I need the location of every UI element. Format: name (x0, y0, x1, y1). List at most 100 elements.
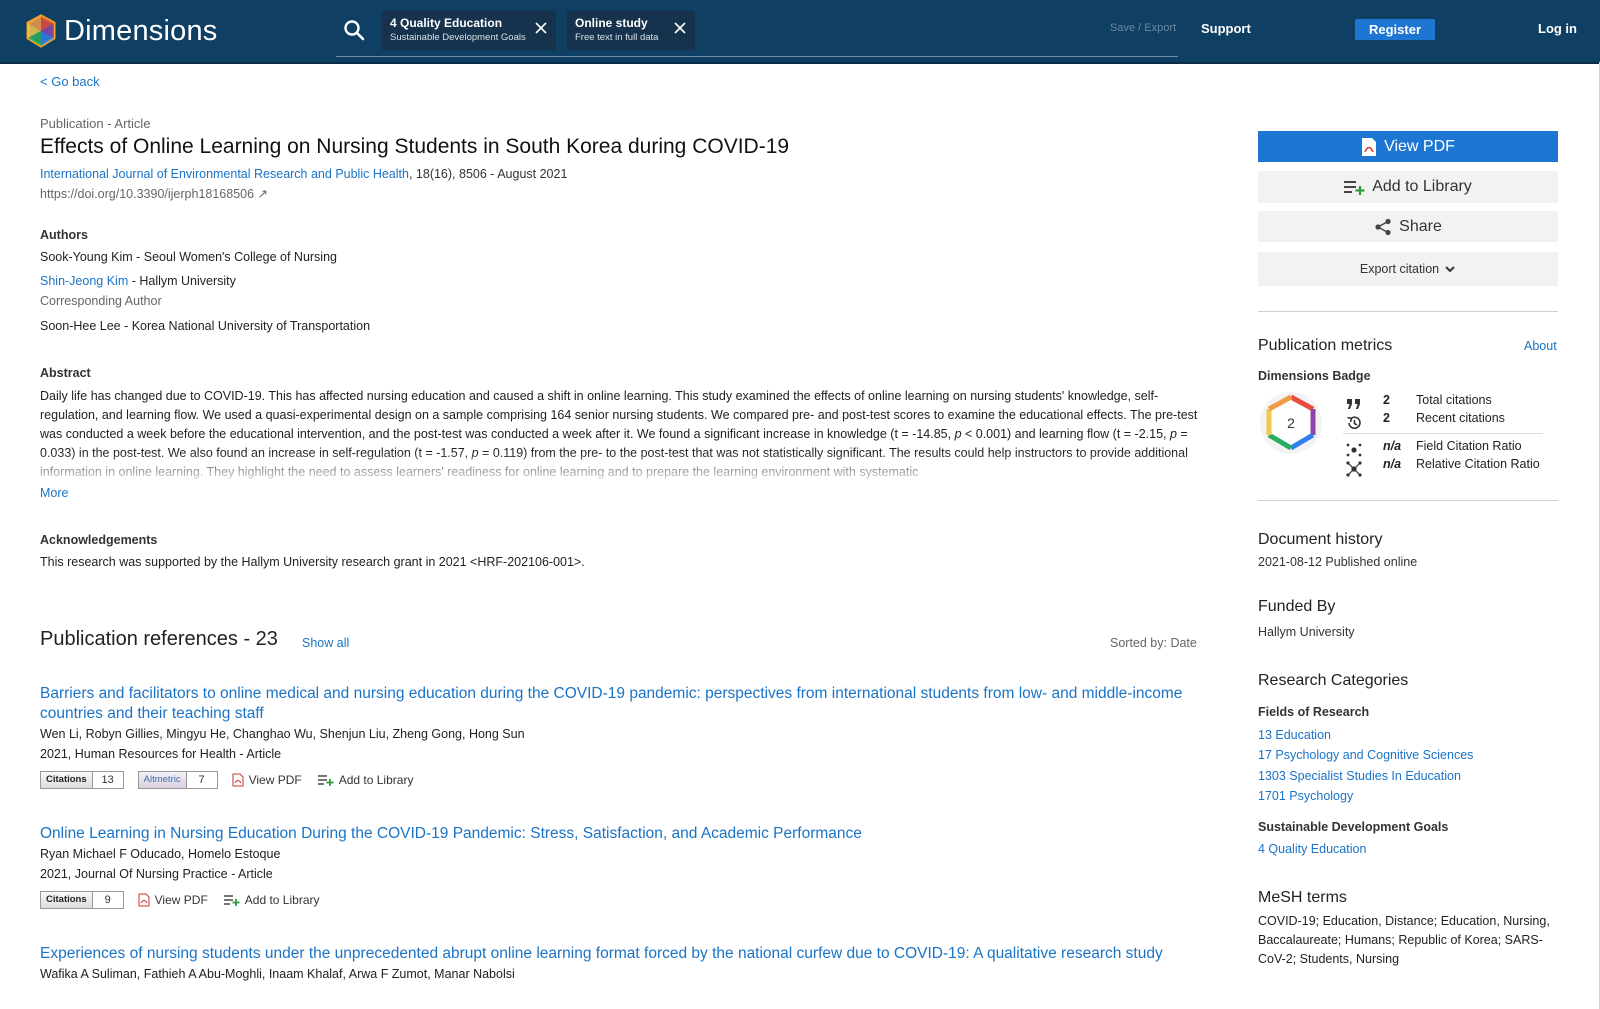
pdf-icon (1362, 137, 1377, 156)
filter-chip-title: 4 Quality Education (390, 16, 503, 30)
author-3: Soon-Hee Lee - Korea National University… (40, 319, 371, 333)
view-pdf-button[interactable]: View PDF (1258, 131, 1558, 162)
reference-authors: Ryan Michael F Oducado, Homelo Estoque (40, 847, 281, 861)
funder-name: Hallym University (1258, 625, 1355, 639)
author-2-link[interactable]: Shin-Jeong Kim (40, 274, 128, 288)
filter-chip-online-study[interactable]: Online study Free text in full data (567, 11, 695, 50)
altmetric-score: 7 (186, 771, 218, 789)
total-citations-value: 2 (1383, 393, 1390, 407)
abstract-more-link[interactable]: More (40, 486, 68, 500)
go-back-link[interactable]: < Go back (40, 74, 100, 89)
reference-title-link[interactable]: Online Learning in Nursing Education Dur… (40, 824, 1200, 844)
add-to-library-button-label: Add to Library (1372, 178, 1472, 195)
field-citation-ratio-icon (1346, 443, 1362, 457)
add-to-library-label: Add to Library (244, 893, 320, 907)
filter-chip-title: Online study (575, 16, 648, 30)
view-pdf-label: View PDF (154, 893, 208, 907)
metrics-divider (1343, 433, 1543, 434)
citations-badge[interactable]: Citations 9 (40, 891, 124, 909)
research-categories-heading: Research Categories (1258, 672, 1409, 689)
register-button[interactable]: Register (1355, 19, 1435, 40)
add-to-library-button[interactable]: Add to Library (1258, 171, 1558, 203)
authors-heading: Authors (40, 228, 88, 242)
document-history-text: 2021-08-12 Published online (1258, 555, 1418, 569)
journal-details: , 18(16), 8506 - August 2021 (408, 167, 568, 181)
dimensions-logo[interactable]: Dimensions (24, 14, 218, 48)
recent-citations-label: Recent citations (1416, 411, 1505, 425)
abstract-fade (40, 452, 1200, 486)
dimensions-badge-label: Dimensions Badge (1258, 369, 1371, 383)
citations-badge[interactable]: Citations 13 (40, 771, 124, 789)
dimensions-badge-value: 2 (1287, 415, 1295, 431)
sdg-link[interactable]: 4 Quality Education (1258, 842, 1366, 856)
total-citations-label: Total citations (1416, 393, 1492, 407)
altmetric-badge[interactable]: Altmetric 7 (137, 771, 218, 789)
sort-selector[interactable]: Sorted by: Date (1110, 636, 1197, 650)
pdf-icon (232, 773, 244, 787)
add-to-library-link[interactable]: Add to Library (317, 773, 414, 787)
journal-link[interactable]: International Journal of Environmental R… (40, 167, 409, 181)
field-of-research-link[interactable]: 17 Psychology and Cognitive Sciences (1258, 748, 1473, 762)
publication-type: Publication - Article (40, 116, 151, 131)
divider (1258, 500, 1558, 501)
mesh-terms-text: COVID-19; Education, Distance; Education… (1258, 914, 1550, 966)
filter-chip-quality-education[interactable]: 4 Quality Education Sustainable Developm… (382, 11, 556, 50)
dimensions-badge[interactable]: 2 (1259, 391, 1323, 455)
export-citation-dropdown[interactable]: Export citation (1258, 252, 1558, 286)
support-link[interactable]: Support (1201, 21, 1251, 36)
reference-item: Barriers and facilitators to online medi… (40, 684, 1200, 790)
field-of-research-link[interactable]: 1303 Specialist Studies In Education (1258, 769, 1461, 783)
citations-count: 13 (92, 771, 124, 789)
field-of-research-link[interactable]: 1701 Psychology (1258, 789, 1353, 803)
view-pdf-button-label: View PDF (1384, 137, 1455, 155)
add-to-library-icon (317, 775, 334, 786)
view-pdf-link[interactable]: View PDF (232, 773, 302, 787)
about-metrics-link[interactable]: About (1524, 339, 1557, 353)
references-title: Publication references - 23 (40, 628, 278, 650)
doi-link[interactable]: https://doi.org/10.3390/ijerph18168506 ↗ (40, 186, 268, 201)
recent-citations-value: 2 (1383, 411, 1390, 425)
author-2-affiliation: - Hallym University (128, 274, 236, 288)
brand-name: Dimensions (64, 14, 218, 47)
field-citation-ratio-value: n/a (1383, 439, 1402, 453)
altmetric-badge-label: Altmetric (137, 771, 187, 789)
citations-count: 9 (92, 891, 124, 909)
add-to-library-icon (223, 895, 240, 906)
abstract-heading: Abstract (40, 366, 91, 380)
field-of-research-link[interactable]: 13 Education (1258, 728, 1331, 742)
reference-journal: 2021, Human Resources for Health - Artic… (40, 747, 282, 761)
search-icon[interactable] (342, 18, 366, 42)
close-icon[interactable] (534, 21, 548, 35)
close-icon[interactable] (673, 21, 687, 35)
filter-chip-subtitle: Free text in full data (575, 32, 659, 43)
citations-badge-label: Citations (40, 771, 93, 789)
reference-authors: Wen Li, Robyn Gillies, Mingyu He, Changh… (40, 727, 525, 741)
funded-by-heading: Funded By (1258, 598, 1336, 615)
mesh-terms-heading: MeSH terms (1258, 889, 1347, 906)
view-pdf-link[interactable]: View PDF (138, 893, 208, 907)
dimensions-logo-icon (26, 14, 56, 48)
acknowledgements-text: This research was supported by the Hally… (40, 555, 585, 569)
add-to-library-icon (1344, 180, 1365, 195)
search-bar[interactable]: 4 Quality Education Sustainable Developm… (336, 10, 1178, 57)
reference-journal: 2021, Journal Of Nursing Practice - Arti… (40, 867, 273, 881)
field-citation-ratio-label: Field Citation Ratio (1416, 439, 1522, 453)
share-button-label: Share (1399, 217, 1442, 235)
reference-item: Experiences of nursing students under th… (40, 944, 1200, 984)
share-button[interactable]: Share (1258, 211, 1558, 242)
reference-title-link[interactable]: Barriers and facilitators to online medi… (40, 684, 1200, 724)
sdg-heading: Sustainable Development Goals (1258, 820, 1449, 834)
export-citation-label: Export citation (1359, 262, 1440, 276)
reference-title-link[interactable]: Experiences of nursing students under th… (40, 944, 1200, 964)
save-export-link[interactable]: Save / Export (1110, 22, 1176, 34)
author-2: Shin-Jeong Kim - Hallym University (40, 274, 236, 288)
corresponding-author-label: Corresponding Author (40, 294, 162, 308)
divider (1258, 311, 1558, 312)
publication-metrics-heading: Publication metrics (1258, 337, 1393, 354)
add-to-library-link[interactable]: Add to Library (223, 893, 320, 907)
show-all-references-link[interactable]: Show all (302, 636, 349, 650)
relative-citation-ratio-icon (1346, 461, 1362, 477)
login-link[interactable]: Log in (1538, 21, 1577, 36)
share-icon (1375, 218, 1391, 235)
add-to-library-label: Add to Library (338, 773, 414, 787)
